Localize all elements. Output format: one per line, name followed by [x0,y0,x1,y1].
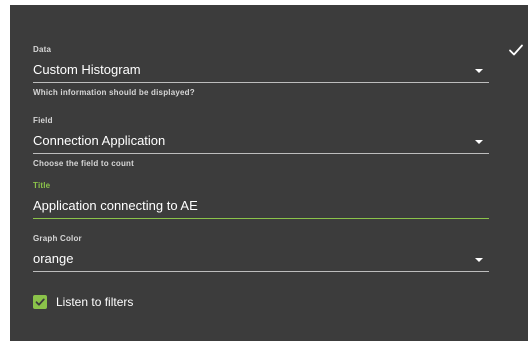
data-field-helper: Which information should be displayed? [33,88,195,97]
widget-settings-panel: Data Custom Histogram Which information … [10,5,528,341]
graph-color-value: orange [33,251,74,266]
field-field: Field Connection Application Choose the … [33,116,489,168]
confirm-button[interactable] [503,37,529,63]
checkmark-icon [509,44,523,56]
graph-color-field: Graph Color orange [33,234,489,272]
graph-color-label: Graph Color [33,234,82,243]
data-field: Data Custom Histogram Which information … [33,45,489,97]
data-select-value: Custom Histogram [33,62,141,77]
data-field-label: Data [33,45,52,54]
field-field-label: Field [33,116,53,125]
listen-to-filters-checkbox[interactable]: Listen to filters [33,295,133,309]
chevron-down-icon [475,258,483,262]
listen-to-filters-label: Listen to filters [56,295,134,309]
title-field: Title Application connecting to AE [33,181,489,219]
checkbox-checked-icon[interactable] [33,295,47,309]
title-input-value: Application connecting to AE [33,198,198,213]
data-select[interactable]: Custom Histogram [33,62,489,83]
chevron-down-icon [475,69,483,73]
field-select-value: Connection Application [33,133,166,148]
title-field-label: Title [33,181,51,190]
field-field-helper: Choose the field to count [33,159,134,168]
field-select[interactable]: Connection Application [33,133,489,154]
graph-color-select[interactable]: orange [33,251,489,272]
chevron-down-icon [475,140,483,144]
title-input[interactable]: Application connecting to AE [33,198,489,219]
